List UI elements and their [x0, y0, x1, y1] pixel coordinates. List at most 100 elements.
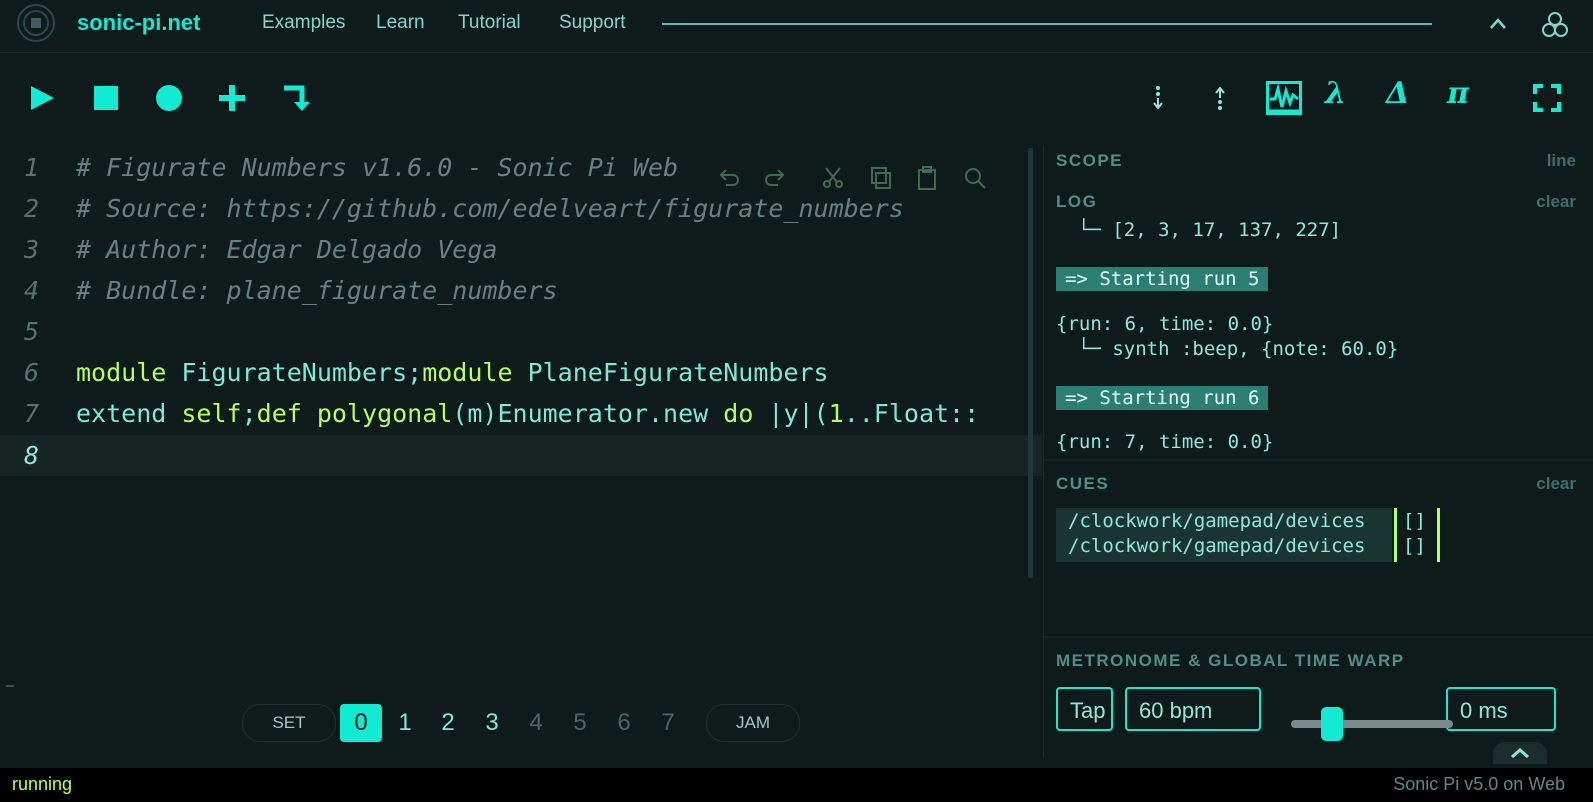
collapse-panel-button[interactable] — [1493, 742, 1547, 764]
buffer-tab-6[interactable]: 6 — [603, 704, 645, 742]
scope-icon[interactable] — [1264, 70, 1304, 125]
top-navigation: sonic-pi.net Examples Learn Tutorial Sup… — [0, 0, 1593, 53]
cue-path: /clockwork/gamepad/devices — [1068, 510, 1366, 532]
nav-link-learn[interactable]: Learn — [376, 12, 425, 34]
metronome-title: METRONOME & GLOBAL TIME WARP — [1056, 651, 1405, 670]
paste-icon[interactable] — [914, 165, 940, 191]
tap-button[interactable]: Tap — [1056, 687, 1113, 731]
buffer-tab-4[interactable]: 4 — [515, 704, 557, 742]
line-number: 6 — [24, 358, 40, 387]
time-warp-slider[interactable] — [1291, 720, 1453, 728]
log-entry: └─ synth :beep, {note: 60.0} — [1078, 338, 1399, 360]
log-title: LOG — [1056, 192, 1098, 211]
scope-mode-toggle[interactable]: line — [1547, 151, 1576, 171]
search-icon[interactable] — [962, 165, 988, 191]
nav-link-tutorial[interactable]: Tutorial — [458, 12, 521, 34]
version-label: Sonic Pi v5.0 on Web — [1393, 774, 1565, 794]
logo-icon[interactable] — [16, 3, 56, 43]
code-text-part: |y|( — [753, 399, 829, 428]
scroll-up-icon[interactable] — [1200, 70, 1240, 125]
scope-title: SCOPE — [1056, 151, 1124, 170]
log-entry: {run: 6, time: 0.0} — [1056, 313, 1274, 335]
cue-value: [] — [1403, 510, 1426, 532]
chevron-up-icon[interactable] — [1488, 14, 1508, 34]
editor-line-active[interactable]: 8 — [0, 435, 1042, 476]
cue-value: [] — [1403, 535, 1426, 557]
cue-values: [] [] — [1394, 508, 1440, 562]
cues-clear-button[interactable]: clear — [1536, 474, 1576, 494]
scroll-down-icon[interactable] — [1138, 70, 1178, 125]
time-warp-input[interactable]: 0 ms — [1446, 687, 1556, 731]
redo-icon[interactable] — [762, 165, 788, 191]
code-constant: FigurateNumbers — [166, 358, 408, 387]
buffer-tab-3[interactable]: 3 — [471, 704, 513, 742]
log-clear-button[interactable]: clear — [1536, 192, 1576, 212]
code-text: module FigurateNumbers;module PlaneFigur… — [76, 352, 829, 393]
editor-line[interactable]: 6 module FigurateNumbers;module PlaneFig… — [0, 352, 1042, 393]
people-icon[interactable] — [1540, 10, 1570, 40]
code-punct: ; — [241, 399, 257, 428]
code-text-part: (m)Enumerator.new — [452, 399, 724, 428]
code-comment: # Bundle: plane_figurate_numbers — [76, 276, 558, 305]
editor-marker — [6, 685, 14, 687]
bpm-input[interactable]: 60 bpm — [1125, 687, 1261, 731]
record-icon[interactable] — [149, 70, 189, 125]
plus-icon[interactable] — [212, 70, 252, 125]
log-run-banner: => Starting run 5 — [1056, 267, 1269, 291]
buffer-tab-0[interactable]: 0 — [340, 704, 382, 742]
cue-path: /clockwork/gamepad/devices — [1068, 535, 1366, 557]
editor-line[interactable]: 2 # Source: https://github.com/edelveart… — [0, 188, 1042, 229]
buffer-tab-1[interactable]: 1 — [384, 704, 426, 742]
time-warp-slider-handle[interactable] — [1320, 707, 1343, 741]
line-number: 2 — [24, 194, 40, 223]
editor-line[interactable]: 4 # Bundle: plane_figurate_numbers — [0, 270, 1042, 311]
code-constant: PlaneFigurateNumbers — [512, 358, 829, 387]
nav-divider-line — [662, 23, 1432, 25]
line-number: 4 — [24, 276, 40, 305]
jam-button[interactable]: JAM — [706, 704, 800, 742]
run-status: running — [12, 774, 73, 794]
editor-line[interactable]: 5 — [0, 311, 1042, 352]
return-icon[interactable] — [276, 70, 316, 125]
nav-link-support[interactable]: Support — [559, 12, 626, 34]
code-keyword: self — [181, 399, 242, 428]
lambda-icon[interactable]: λ — [1325, 76, 1346, 111]
play-icon[interactable] — [22, 70, 62, 125]
code-text-part — [302, 399, 317, 428]
code-keyword: def — [256, 399, 302, 428]
status-bar: running Sonic Pi v5.0 on Web — [0, 768, 1593, 802]
chevron-up-icon — [1511, 748, 1529, 759]
buffer-tab-2[interactable]: 2 — [427, 704, 469, 742]
section-divider — [1044, 459, 1593, 461]
line-number: 5 — [24, 317, 40, 346]
cue-list: /clockwork/gamepad/devices /clockwork/ga… — [1056, 508, 1392, 562]
code-comment: # Author: Edgar Delgado Vega — [76, 235, 498, 264]
cut-icon[interactable] — [820, 165, 846, 191]
set-button[interactable]: SET — [242, 704, 336, 742]
code-comment: # Source: https://github.com/edelveart/f… — [76, 194, 904, 223]
buffer-tab-7[interactable]: 7 — [647, 704, 689, 742]
section-divider — [1044, 636, 1593, 638]
code-function: polygonal — [316, 399, 453, 428]
brand-name[interactable]: sonic-pi.net — [77, 10, 200, 36]
code-text-part: ..Float:: — [843, 399, 980, 428]
fullscreen-icon[interactable] — [1527, 70, 1567, 125]
copy-icon[interactable] — [868, 165, 894, 191]
undo-icon[interactable] — [716, 165, 742, 191]
stop-icon[interactable] — [86, 70, 126, 125]
buffer-tab-5[interactable]: 5 — [559, 704, 601, 742]
line-number: 8 — [24, 441, 40, 470]
code-keyword: do — [723, 399, 754, 428]
editor-scrollbar[interactable] — [1028, 148, 1033, 578]
code-comment: # Figurate Numbers v1.6.0 - Sonic Pi Web — [76, 153, 679, 182]
delta-icon[interactable]: Δ — [1386, 76, 1409, 111]
code-text: extend self;def polygonal(m)Enumerator.n… — [76, 393, 979, 434]
toolbar: λ Δ π — [0, 70, 1593, 125]
line-number: 3 — [24, 235, 40, 264]
editor-line[interactable]: 7 extend self;def polygonal(m)Enumerator… — [0, 393, 1042, 434]
editor-line[interactable]: 3 # Author: Edgar Delgado Vega — [0, 229, 1042, 270]
code-editor[interactable]: 1 # Figurate Numbers v1.6.0 - Sonic Pi W… — [0, 145, 1042, 735]
code-number: 1 — [828, 399, 844, 428]
pi-icon[interactable]: π — [1447, 76, 1469, 111]
nav-link-examples[interactable]: Examples — [262, 12, 345, 34]
